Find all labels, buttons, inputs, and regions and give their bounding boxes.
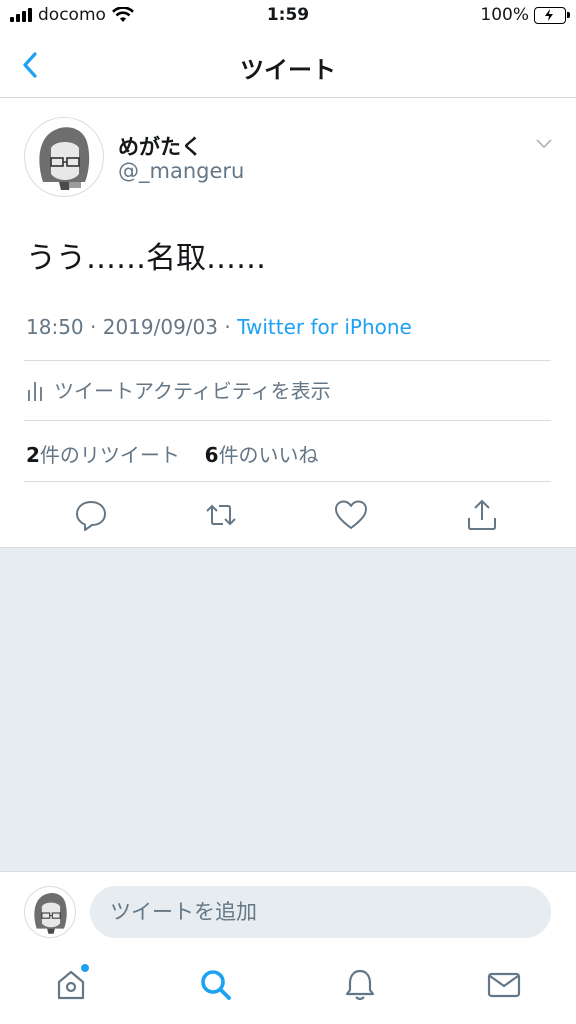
reply-input[interactable] (90, 886, 551, 938)
chevron-down-icon[interactable] (534, 133, 554, 153)
tweet-meta: 18:50 · 2019/09/03 · Twitter for iPhone (26, 315, 412, 339)
tweet-source-link[interactable]: Twitter for iPhone (237, 315, 412, 339)
like-label: 件のいいね (218, 443, 319, 467)
navigation-bar: ツイート (0, 32, 576, 98)
tweet-date: 2019/09/03 (102, 315, 218, 339)
bell-icon[interactable] (342, 967, 378, 1003)
avatar-drawing (39, 127, 90, 190)
reply-bubble-icon[interactable] (73, 497, 109, 533)
retweet-count-link[interactable]: 2件のリツイート (26, 443, 180, 467)
avatar[interactable] (24, 117, 104, 197)
like-count-link[interactable]: 6件のいいね (205, 443, 319, 467)
avatar-drawing (34, 893, 67, 934)
tweet-actions (0, 497, 576, 533)
meta-separator: · (83, 315, 103, 339)
retweet-label: 件のリツイート (39, 443, 180, 467)
status-right: 100% (480, 5, 570, 25)
avatar[interactable] (24, 886, 76, 938)
engagement-counts: 2件のリツイート 6件のいいね (26, 439, 319, 468)
user-handle[interactable]: @_mangeru (118, 159, 244, 183)
meta-separator: · (218, 315, 238, 339)
bar-chart-icon (28, 381, 42, 401)
tweet-activity-link[interactable]: ツイートアクティビティを表示 (26, 375, 331, 404)
heart-icon[interactable] (333, 497, 369, 533)
divider (24, 420, 551, 421)
share-icon[interactable] (464, 497, 500, 533)
home-icon[interactable] (53, 967, 89, 1003)
tweet-text: うう……名取…… (26, 241, 266, 276)
battery-percent: 100% (480, 5, 529, 25)
tab-bar (0, 951, 576, 1024)
like-count: 6 (204, 443, 219, 467)
divider (24, 481, 551, 482)
new-content-dot (81, 964, 89, 972)
reply-bar (0, 871, 576, 951)
search-icon[interactable] (198, 967, 234, 1003)
display-name[interactable]: めがたく (118, 131, 202, 161)
activity-label: ツイートアクティビティを表示 (54, 379, 331, 403)
replies-area (0, 547, 576, 871)
divider (24, 360, 551, 361)
status-bar: docomo 1:59 100% (0, 0, 576, 32)
tweet-detail: めがたく @_mangeru うう……名取…… 18:50 · 2019/09/… (0, 99, 576, 547)
tweet-time: 18:50 (26, 315, 84, 339)
page-title: ツイート (240, 56, 336, 84)
battery-icon (534, 6, 570, 24)
retweet-icon[interactable] (203, 497, 239, 533)
retweet-count: 2 (26, 443, 40, 467)
envelope-icon[interactable] (486, 967, 522, 1003)
